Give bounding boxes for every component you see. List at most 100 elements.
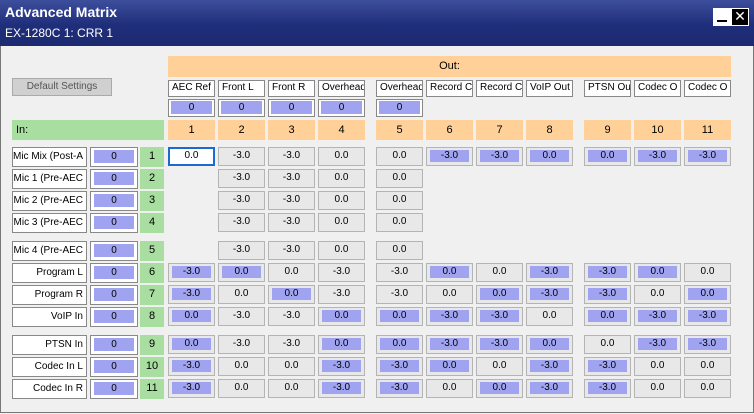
crosspoint-cell-active[interactable]: -3.0 (376, 379, 423, 398)
crosspoint-cell-active[interactable]: -3.0 (634, 307, 681, 326)
crosspoint-cell-active[interactable]: -3.0 (476, 147, 523, 166)
crosspoint-cell[interactable]: -3.0 (268, 335, 315, 354)
crosspoint-cell-active[interactable]: 0.0 (376, 335, 423, 354)
input-level-field[interactable]: 0 (90, 191, 138, 211)
crosspoint-cell[interactable]: 0.0 (476, 263, 523, 282)
crosspoint-cell-active[interactable]: 0.0 (268, 285, 315, 304)
crosspoint-cell-active[interactable]: -3.0 (584, 285, 631, 304)
crosspoint-cell[interactable]: -3.0 (376, 263, 423, 282)
output-label[interactable]: Overhead (376, 80, 423, 97)
crosspoint-cell-active[interactable]: -3.0 (168, 263, 215, 282)
crosspoint-cell[interactable]: -3.0 (318, 263, 365, 282)
input-level-field[interactable]: 0 (90, 357, 138, 377)
input-label[interactable]: Program R (12, 285, 87, 305)
input-level-field[interactable]: 0 (90, 169, 138, 189)
input-label[interactable]: VoIP In (12, 307, 87, 327)
close-icon[interactable]: ✕ (731, 8, 749, 26)
crosspoint-cell[interactable]: 0.0 (634, 357, 681, 376)
crosspoint-cell[interactable]: -3.0 (218, 147, 265, 166)
input-level-field[interactable]: 0 (90, 285, 138, 305)
crosspoint-cell-active[interactable]: -3.0 (168, 285, 215, 304)
crosspoint-cell[interactable]: -3.0 (268, 307, 315, 326)
crosspoint-cell[interactable]: 0.0 (376, 147, 423, 166)
crosspoint-cell[interactable]: -3.0 (218, 191, 265, 210)
crosspoint-cell[interactable]: 0.0 (376, 169, 423, 188)
default-settings-button[interactable]: Default Settings (12, 78, 112, 96)
input-level-field[interactable]: 0 (90, 147, 138, 167)
crosspoint-cell[interactable]: -3.0 (218, 169, 265, 188)
crosspoint-cell-active[interactable]: -3.0 (684, 307, 731, 326)
crosspoint-cell-active[interactable]: 0.0 (584, 307, 631, 326)
crosspoint-cell-active[interactable]: 0.0 (634, 263, 681, 282)
output-label[interactable]: PTSN Out (584, 80, 631, 97)
crosspoint-cell[interactable]: 0.0 (426, 285, 473, 304)
crosspoint-cell-active[interactable]: -3.0 (526, 379, 573, 398)
output-level-field[interactable]: 0 (268, 99, 315, 117)
input-label[interactable]: Codec In L (12, 357, 87, 377)
crosspoint-cell-active[interactable]: -3.0 (634, 147, 681, 166)
crosspoint-cell[interactable]: 0.0 (426, 379, 473, 398)
crosspoint-cell-active[interactable]: -3.0 (584, 379, 631, 398)
crosspoint-cell[interactable]: -3.0 (218, 241, 265, 260)
output-label[interactable]: Front L (218, 80, 265, 97)
input-label[interactable]: Program L (12, 263, 87, 283)
crosspoint-cell-active[interactable]: -3.0 (168, 379, 215, 398)
input-label[interactable]: Codec In R (12, 379, 87, 399)
crosspoint-cell-active[interactable]: 0.0 (168, 307, 215, 326)
crosspoint-cell-active[interactable]: -3.0 (318, 379, 365, 398)
crosspoint-cell-active[interactable]: -3.0 (426, 307, 473, 326)
crosspoint-cell[interactable]: 0.0 (268, 263, 315, 282)
crosspoint-cell[interactable]: 0.0 (684, 357, 731, 376)
crosspoint-cell[interactable]: 0.0 (476, 357, 523, 376)
crosspoint-cell-active[interactable]: 0.0 (426, 263, 473, 282)
input-level-field[interactable]: 0 (90, 263, 138, 283)
crosspoint-cell[interactable]: 0.0 (268, 357, 315, 376)
crosspoint-cell[interactable]: -3.0 (218, 307, 265, 326)
crosspoint-cell[interactable]: 0.0 (376, 241, 423, 260)
output-label[interactable]: VoIP Out (526, 80, 573, 97)
crosspoint-cell-active[interactable]: -3.0 (526, 357, 573, 376)
crosspoint-cell-active[interactable]: -3.0 (684, 335, 731, 354)
crosspoint-cell-active[interactable]: -3.0 (634, 335, 681, 354)
crosspoint-cell[interactable]: 0.0 (218, 285, 265, 304)
crosspoint-cell[interactable]: -3.0 (268, 147, 315, 166)
crosspoint-cell[interactable]: -3.0 (268, 191, 315, 210)
crosspoint-cell[interactable]: 0.0 (218, 379, 265, 398)
crosspoint-cell-active[interactable]: 0.0 (476, 285, 523, 304)
crosspoint-cell-active[interactable]: -3.0 (476, 335, 523, 354)
input-level-field[interactable]: 0 (90, 335, 138, 355)
crosspoint-cell[interactable]: 0.0 (526, 307, 573, 326)
output-level-field[interactable]: 0 (376, 99, 423, 117)
crosspoint-cell-active[interactable]: -3.0 (584, 357, 631, 376)
output-label[interactable]: AEC Ref (168, 80, 215, 97)
crosspoint-cell-active[interactable]: -3.0 (684, 147, 731, 166)
crosspoint-cell[interactable]: -3.0 (268, 241, 315, 260)
crosspoint-cell[interactable]: 0.0 (684, 379, 731, 398)
input-level-field[interactable]: 0 (90, 307, 138, 327)
crosspoint-cell-active[interactable]: -3.0 (584, 263, 631, 282)
input-label[interactable]: Mic 4 (Pre-AEC (12, 241, 87, 261)
crosspoint-cell-active[interactable]: 0.0 (526, 335, 573, 354)
crosspoint-cell[interactable]: 0.0 (318, 147, 365, 166)
crosspoint-cell-active[interactable]: -3.0 (318, 357, 365, 376)
crosspoint-cell[interactable]: 0.0 (318, 213, 365, 232)
input-label[interactable]: Mic 2 (Pre-AEC (12, 191, 87, 211)
crosspoint-cell-active[interactable]: -3.0 (426, 147, 473, 166)
crosspoint-cell-active[interactable]: 0.0 (526, 147, 573, 166)
crosspoint-cell-active[interactable]: 0.0 (476, 379, 523, 398)
input-level-field[interactable]: 0 (90, 213, 138, 233)
output-level-field[interactable]: 0 (168, 99, 215, 117)
crosspoint-cell-active[interactable]: -3.0 (526, 263, 573, 282)
crosspoint-cell[interactable]: 0.0 (376, 213, 423, 232)
crosspoint-cell[interactable]: -3.0 (268, 213, 315, 232)
output-label[interactable]: Codec O (634, 80, 681, 97)
crosspoint-cell-active[interactable]: 0.0 (376, 307, 423, 326)
crosspoint-cell-active[interactable]: 0.0 (426, 357, 473, 376)
crosspoint-cell-active[interactable]: -3.0 (376, 357, 423, 376)
input-label[interactable]: PTSN In (12, 335, 87, 355)
output-level-field[interactable]: 0 (218, 99, 265, 117)
output-level-field[interactable]: 0 (318, 99, 365, 117)
crosspoint-cell[interactable]: 0.0 (318, 241, 365, 260)
crosspoint-cell-active[interactable]: 0.0 (318, 335, 365, 354)
crosspoint-cell[interactable]: 0.0 (168, 147, 215, 166)
